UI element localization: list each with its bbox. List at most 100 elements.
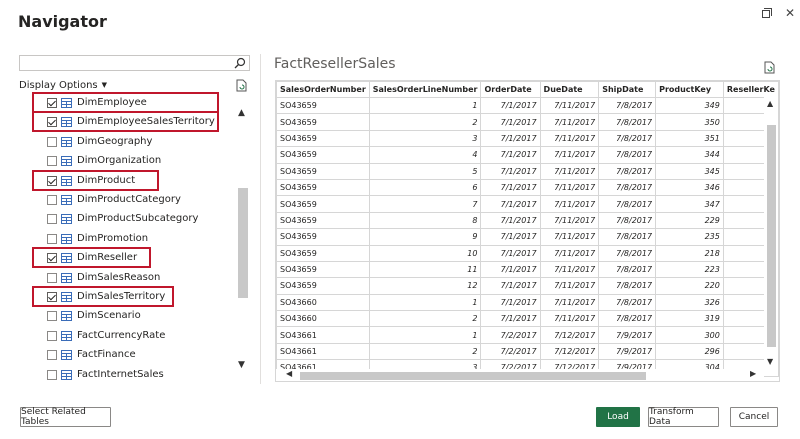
scroll-up-icon[interactable]: ▲ <box>238 108 245 118</box>
tree-item-label: DimProductSubcategory <box>77 213 199 225</box>
table-cell: SO43659 <box>276 195 370 213</box>
preview-horizontal-scrollbar[interactable]: ◀ ▶ <box>276 369 764 381</box>
tree-item[interactable]: FactCurrencyRate <box>19 327 235 346</box>
table-cell: 218 <box>655 244 724 262</box>
table-cell: 7/8/2017 <box>598 277 657 295</box>
table-row: SO43659 10 7/1/2017 7/11/2017 7/8/2017 218 <box>276 244 779 262</box>
table-cell: 7/11/2017 <box>539 162 600 180</box>
column-header[interactable]: DueDate <box>539 81 600 98</box>
scroll-right-icon[interactable]: ▶ <box>750 369 756 378</box>
table-cell: 7/1/2017 <box>480 277 541 295</box>
table-cell: 7/11/2017 <box>539 228 600 246</box>
table-row: SO43659 11 7/1/2017 7/11/2017 7/8/2017 223 <box>276 260 779 279</box>
tree-item[interactable]: DimPromotion <box>19 230 235 249</box>
table-cell: SO43659 <box>276 129 370 148</box>
column-header[interactable]: ShipDate <box>598 81 657 98</box>
table-row: SO43659 6 7/1/2017 7/11/2017 7/8/2017 346 <box>276 178 779 197</box>
preview-title: FactResellerSales <box>274 56 396 72</box>
checkbox[interactable] <box>47 233 57 244</box>
table-row: SO43659 3 7/1/2017 7/11/2017 7/8/2017 351 <box>276 129 779 148</box>
tree-item-label: DimOrganization <box>77 155 162 167</box>
table-cell: SO43659 <box>276 228 370 246</box>
table-row: SO43659 4 7/1/2017 7/11/2017 7/8/2017 344 <box>276 146 779 164</box>
table-cell: 346 <box>655 178 724 197</box>
column-header[interactable]: ProductKey <box>655 81 724 98</box>
table-cell: SO43659 <box>276 244 370 262</box>
refresh-preview-icon[interactable] <box>764 61 776 74</box>
tree-item-label: DimProductCategory <box>77 194 181 205</box>
search-input[interactable] <box>19 55 250 71</box>
table-cell: 7/8/2017 <box>598 146 657 164</box>
tree-item[interactable]: DimSalesReason <box>19 269 235 288</box>
load-button[interactable]: Load <box>596 407 640 427</box>
table-cell: 7/1/2017 <box>480 178 541 197</box>
table-cell: 7/1/2017 <box>480 113 541 131</box>
scroll-down-icon[interactable]: ▼ <box>238 360 245 370</box>
tree-item[interactable]: DimGeography <box>19 133 235 152</box>
tree-item[interactable]: DimOrganization <box>19 152 235 171</box>
scroll-up-icon[interactable]: ▲ <box>767 99 773 108</box>
restore-icon[interactable] <box>759 6 773 20</box>
table-row: SO43659 2 7/1/2017 7/11/2017 7/8/2017 350 <box>276 113 779 131</box>
checkbox[interactable] <box>47 272 57 283</box>
table-cell: 7/12/2017 <box>539 326 600 344</box>
column-header[interactable]: ResellerKe <box>722 81 779 98</box>
column-header[interactable]: OrderDate <box>480 81 541 98</box>
table-cell: 7/8/2017 <box>598 228 657 246</box>
table-cell: 7/11/2017 <box>539 96 600 115</box>
scroll-thumb[interactable] <box>238 188 248 298</box>
table-cell: SO43659 <box>276 260 370 279</box>
table-cell: 3 <box>368 129 482 148</box>
checkbox[interactable] <box>47 156 57 167</box>
left-scrollbar[interactable]: ▲ ▼ <box>236 104 250 380</box>
display-options-dropdown[interactable]: Display Options ▼ <box>19 80 107 91</box>
table-cell: 7/11/2017 <box>539 310 600 328</box>
tree-item[interactable]: DimProductCategory <box>19 191 235 210</box>
table-cell: 11 <box>368 260 482 279</box>
scroll-thumb[interactable] <box>767 125 776 347</box>
tree-item[interactable]: FactInternetSales <box>19 366 235 380</box>
table-cell: 12 <box>368 277 482 295</box>
table-cell: 319 <box>655 310 724 328</box>
table-tree: DimEmployee DimEmployeeSalesTerritory DimG… <box>19 92 235 380</box>
tree-item[interactable]: FactFinance <box>19 346 235 365</box>
table-cell: 7/1/2017 <box>480 310 541 328</box>
table-row: SO43659 7 7/1/2017 7/11/2017 7/8/2017 347 <box>276 195 779 213</box>
table-cell: 7/11/2017 <box>539 211 600 230</box>
tree-item[interactable]: DimScenario <box>19 307 235 326</box>
table-icon <box>61 350 72 361</box>
selection-highlight <box>32 92 219 113</box>
table-cell: 349 <box>655 96 724 115</box>
column-header[interactable]: SalesOrderNumber <box>276 81 370 98</box>
checkbox[interactable] <box>47 214 57 225</box>
table-cell: 7/11/2017 <box>539 178 600 197</box>
checkbox[interactable] <box>47 195 57 205</box>
selection-highlight <box>32 111 219 133</box>
table-cell: 7/1/2017 <box>480 162 541 180</box>
table-cell: 7/8/2017 <box>598 293 657 312</box>
preview-vertical-scrollbar[interactable]: ▲ ▼ <box>764 97 778 369</box>
table-cell: 223 <box>655 260 724 279</box>
table-cell: 5 <box>368 162 482 180</box>
table-cell: 7/1/2017 <box>480 260 541 279</box>
checkbox[interactable] <box>47 369 57 380</box>
select-related-tables-button[interactable]: Select Related Tables <box>20 407 111 427</box>
scroll-down-icon[interactable]: ▼ <box>767 357 773 366</box>
close-icon[interactable]: ✕ <box>783 6 797 20</box>
table-cell: 7/8/2017 <box>598 96 657 115</box>
transform-data-button[interactable]: Transform Data <box>648 407 719 427</box>
table-cell: 7/8/2017 <box>598 162 657 180</box>
table-icon <box>61 330 72 341</box>
checkbox[interactable] <box>47 136 57 147</box>
checkbox[interactable] <box>47 350 57 361</box>
cancel-button[interactable]: Cancel <box>730 407 778 427</box>
table-row: SO43659 5 7/1/2017 7/11/2017 7/8/2017 345 <box>276 162 779 180</box>
refresh-icon[interactable] <box>236 79 248 92</box>
scroll-left-icon[interactable]: ◀ <box>286 369 292 378</box>
column-header[interactable]: SalesOrderLineNumber <box>368 81 482 98</box>
search-icon[interactable] <box>234 57 246 69</box>
checkbox[interactable] <box>47 330 57 341</box>
tree-item[interactable]: DimProductSubcategory <box>19 210 235 229</box>
checkbox[interactable] <box>47 311 57 322</box>
scroll-thumb[interactable] <box>300 372 646 380</box>
